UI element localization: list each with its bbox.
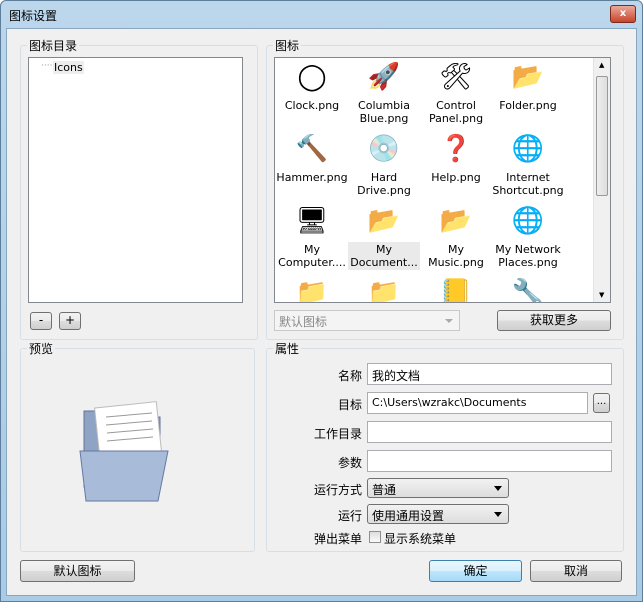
tree-item-icons[interactable]: Icons — [53, 61, 84, 74]
preview-label: 预览 — [27, 340, 56, 357]
scroll-down-icon[interactable]: ▼ — [599, 291, 604, 299]
ok-button[interactable]: 确定 — [429, 560, 522, 582]
name-input[interactable]: 我的文档 — [367, 363, 612, 385]
icon-item-label: Hard Drive.png — [357, 171, 411, 197]
r-folder-icon: 📁 — [367, 278, 401, 303]
remove-button[interactable]: - — [30, 312, 52, 330]
chevron-down-icon — [445, 319, 453, 323]
icon-list-item[interactable]: 🛠 Control Panel.png — [420, 60, 492, 126]
music-folder-icon: 📂 — [439, 206, 473, 236]
icon-list-item[interactable]: ◯ Clock.png — [276, 60, 348, 113]
popup-label: 弹出菜单 — [313, 532, 362, 546]
get-more-button[interactable]: 获取更多 — [497, 310, 611, 331]
close-button[interactable]: x — [610, 5, 636, 23]
icon-item-label: Control Panel.png — [428, 99, 484, 125]
hard-drive-icon: 💿 — [367, 134, 401, 164]
preview-group: 预览 — [20, 340, 255, 552]
tree-line: ···· — [41, 61, 53, 71]
icon-list-item[interactable]: 📁 — [276, 276, 348, 303]
icon-list-item[interactable]: 🌐 Internet Shortcut.png — [492, 132, 564, 198]
run-select[interactable]: 使用通用设置 — [367, 504, 509, 524]
icon-list-item[interactable]: 📂 My Music.png — [420, 204, 492, 270]
catalog-label: 图标目录 — [27, 37, 80, 54]
icon-list[interactable]: ▲ ▼ ◯ Clock.png 🚀 Columbia Blue.png 🛠 Control… — [274, 57, 611, 303]
icon-item-label: Columbia Blue.png — [358, 99, 410, 125]
icon-item-label: My Computer.... — [278, 243, 346, 269]
pictures-folder-icon: 📁 — [295, 278, 329, 303]
browse-button[interactable]: ... — [593, 393, 610, 413]
tools-icon: 🔧 — [511, 278, 545, 303]
documents-folder-icon — [79, 401, 169, 502]
icon-list-item[interactable]: 🖥 My Computer.... — [276, 204, 348, 270]
icon-list-item[interactable]: 🚀 Columbia Blue.png — [348, 60, 420, 126]
workdir-label: 工作目录 — [313, 427, 362, 441]
chevron-down-icon — [494, 486, 502, 491]
icon-item-label: Clock.png — [284, 99, 340, 112]
popup-checkbox-label[interactable]: 显示系统菜单 — [384, 530, 456, 547]
runmode-value: 普通 — [372, 483, 397, 497]
properties-label: 属性 — [273, 340, 302, 357]
popup-checkbox[interactable] — [369, 531, 381, 543]
icon-list-item[interactable]: 🔧 — [492, 276, 564, 303]
icon-list-item[interactable]: ❓ Help.png — [420, 132, 492, 185]
catalog-tree[interactable]: ···· Icons — [28, 57, 243, 303]
icon-list-item[interactable]: 🌐 My Network Places.png — [492, 204, 564, 270]
target-input[interactable]: C:\Users\wzrakc\Documents — [367, 392, 588, 414]
icon-item-label: My Document... — [348, 242, 420, 270]
runmode-label: 运行方式 — [313, 483, 362, 497]
cancel-button[interactable]: 取消 — [530, 560, 622, 582]
run-value: 使用通用设置 — [372, 509, 445, 523]
icon-item-label: My Network Places.png — [495, 243, 561, 269]
default-icon-button[interactable]: 默认图标 — [20, 560, 135, 582]
notepad-icon: 📒 — [439, 278, 473, 303]
scroll-thumb[interactable] — [596, 76, 608, 196]
icon-item-label: Internet Shortcut.png — [492, 171, 564, 197]
run-label: 运行 — [337, 509, 362, 523]
documents-folder-icon: 📂 — [367, 206, 401, 236]
computer-icon: 🖥 — [295, 206, 329, 236]
icon-list-item[interactable]: 💿 Hard Drive.png — [348, 132, 420, 198]
icon-item-label: Folder.png — [499, 99, 557, 112]
name-label: 名称 — [337, 369, 362, 383]
network-icon: 🌐 — [511, 206, 545, 236]
icons-label: 图标 — [273, 37, 302, 54]
hammer-icon: 🔨 — [295, 134, 329, 164]
clock-icon: ◯ — [297, 62, 327, 92]
icon-list-item[interactable]: 📁 — [348, 276, 420, 303]
shuttle-icon: 🚀 — [367, 62, 401, 92]
globe-icon: 🌐 — [511, 134, 545, 164]
scroll-up-icon[interactable]: ▲ — [599, 61, 604, 69]
icon-list-item[interactable]: 📒 — [420, 276, 492, 303]
icon-set-select[interactable]: 默认图标 — [274, 310, 460, 331]
help-icon: ❓ — [439, 134, 473, 164]
chevron-down-icon — [494, 512, 502, 517]
args-label: 参数 — [337, 456, 362, 470]
icon-list-item[interactable]: 📂 Folder.png — [492, 60, 564, 113]
icon-list-item[interactable]: 🔨 Hammer.png — [276, 132, 348, 185]
scrollbar[interactable]: ▲ ▼ — [593, 58, 610, 302]
icon-list-item[interactable]: 📂 My Document... — [348, 204, 420, 270]
icon-item-label: Help.png — [431, 171, 481, 184]
args-input[interactable] — [367, 450, 612, 472]
runmode-select[interactable]: 普通 — [367, 478, 509, 498]
icon-item-label: Hammer.png — [276, 171, 348, 184]
icon-item-label: My Music.png — [428, 243, 484, 269]
window-title: 图标设置 — [9, 9, 58, 23]
target-label: 目标 — [337, 398, 362, 412]
control-panel-icon: 🛠 — [439, 62, 473, 92]
add-button[interactable]: + — [59, 312, 81, 330]
workdir-input[interactable] — [367, 421, 612, 443]
folder-icon: 📂 — [511, 62, 545, 92]
icon-set-value: 默认图标 — [279, 315, 328, 329]
